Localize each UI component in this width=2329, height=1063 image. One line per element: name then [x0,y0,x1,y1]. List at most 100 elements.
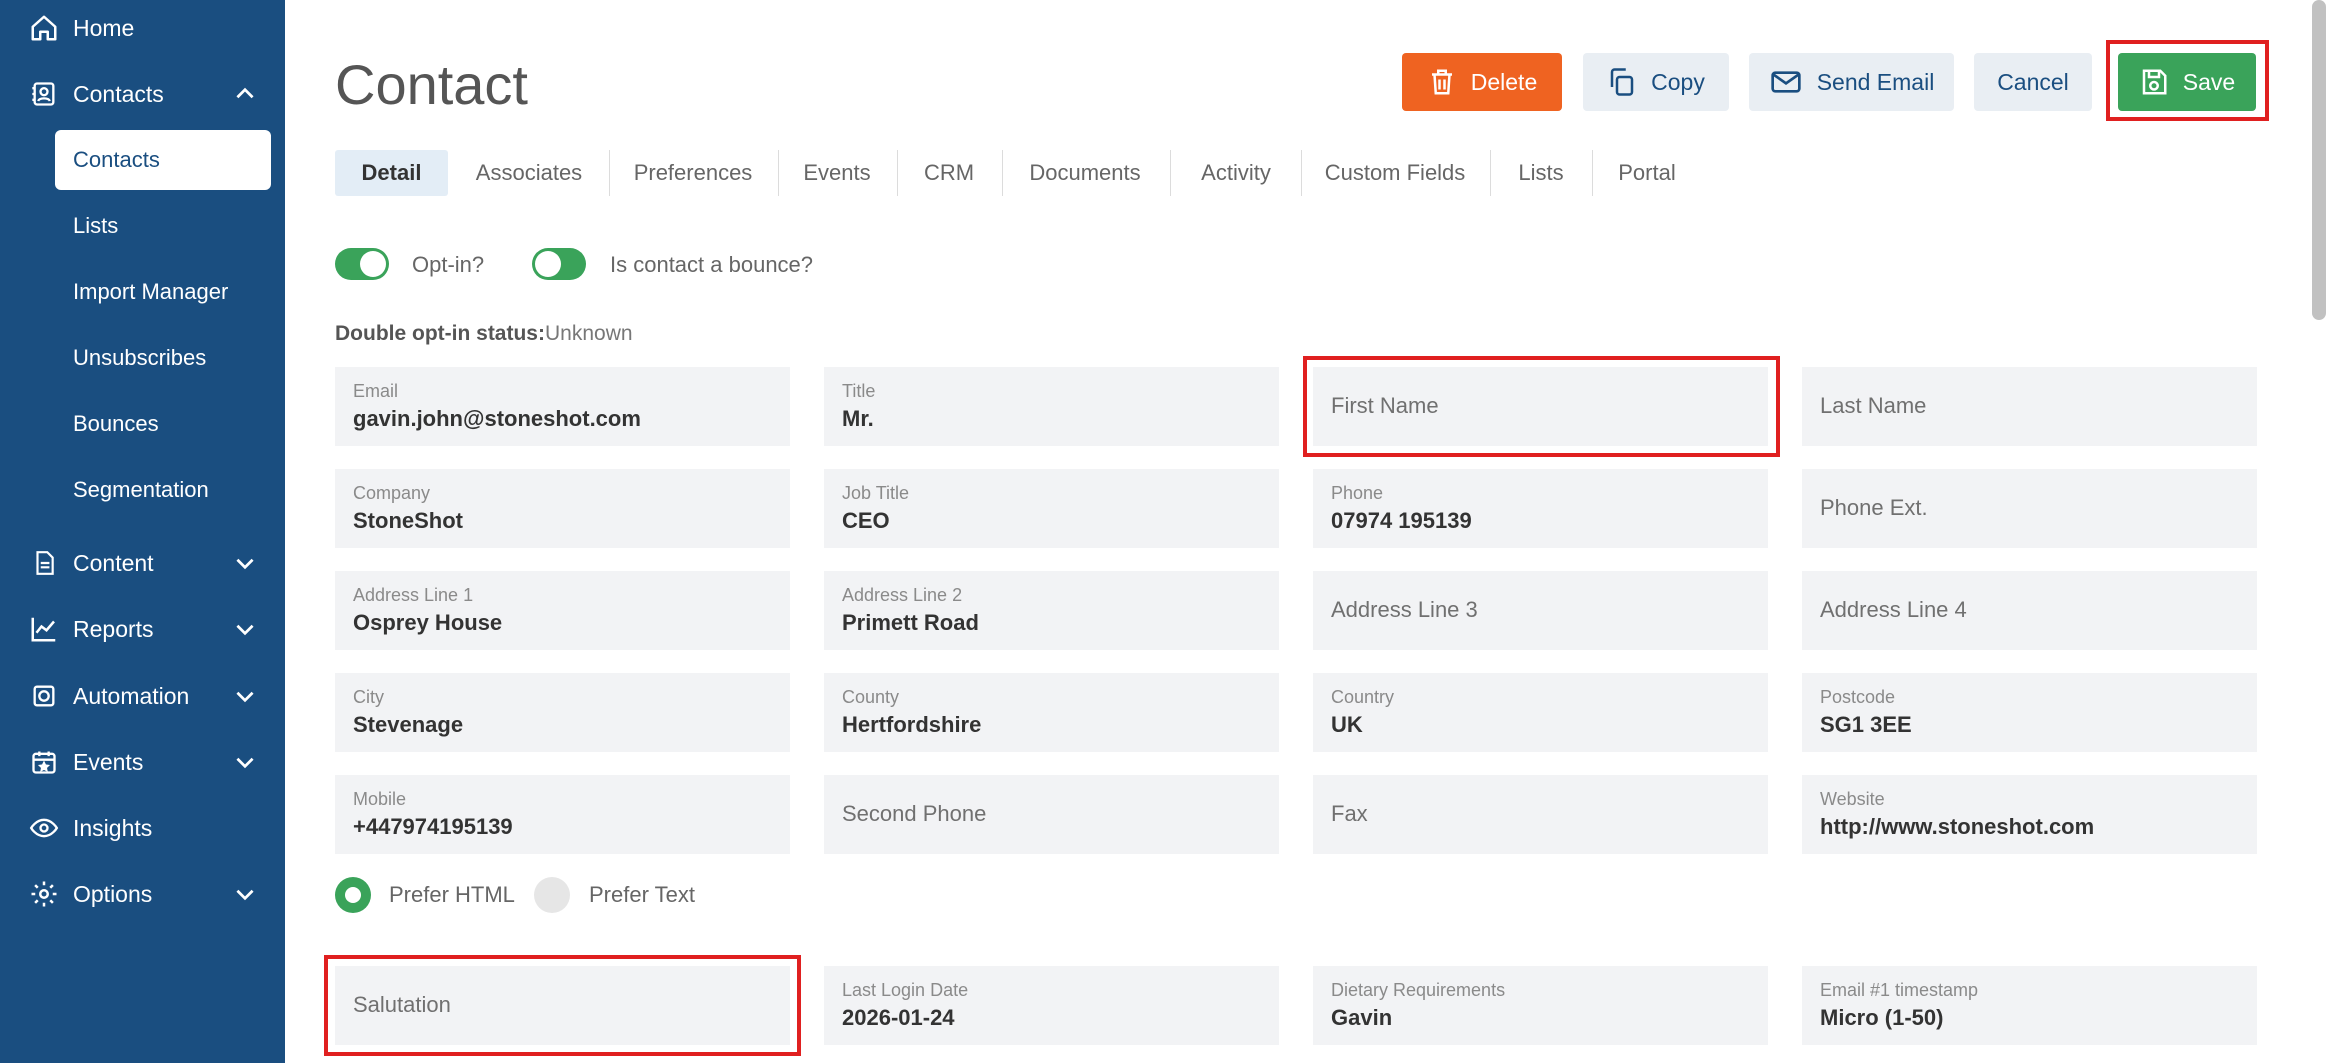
prefer-html-radio[interactable] [335,877,371,913]
tab-separator [778,150,779,196]
contact-card-icon [28,78,60,110]
vertical-scrollbar[interactable] [2312,0,2326,330]
phone-field[interactable]: Phone 07974 195139 [1313,469,1768,548]
chevron-down-icon [236,558,254,570]
floppy-disk-icon [2142,69,2167,95]
opt-in-label: Opt-in? [412,252,485,277]
address-line-2-field[interactable]: Address Line 2 Primett Road [824,571,1279,650]
tab-custom-fields[interactable]: Custom Fields [1310,150,1480,196]
delete-button[interactable]: Delete [1402,53,1562,111]
phone-field-value: 07974 195139 [1331,508,1472,533]
sidebar-item-lists[interactable]: Lists [55,196,271,256]
last-login-date-label: Last Login Date [842,980,969,1000]
company-field-value: StoneShot [353,508,463,533]
fax-placeholder: Fax [1331,801,1368,826]
second-phone-placeholder: Second Phone [842,801,987,826]
address-line-4-field[interactable]: Address Line 4 [1802,571,2257,650]
sidebar-item-unsubscribes[interactable]: Unsubscribes [55,328,271,388]
tab-separator [1490,150,1491,196]
tab-events[interactable]: Events [786,150,888,196]
address-line-1-field[interactable]: Address Line 1 Osprey House [335,571,790,650]
cancel-button[interactable]: Cancel [1974,53,2092,111]
address-line-2-value: Primett Road [842,610,979,635]
nav-events[interactable]: Events [0,734,285,790]
fax-field[interactable]: Fax [1313,775,1768,854]
copy-icon [1610,68,1634,96]
address-line-2-label: Address Line 2 [842,585,963,605]
save-button[interactable]: Save [2118,53,2256,111]
salutation-highlight [324,955,801,1056]
tab-preferences[interactable]: Preferences [618,150,768,196]
sidebar-item-import-manager[interactable]: Import Manager [55,262,271,322]
opt-in-toggle[interactable] [335,248,389,280]
nav-home-label: Home [73,14,135,41]
nav-reports-label: Reports [73,615,154,642]
automation-icon [28,680,60,712]
email-field[interactable]: Email gavin.john@stoneshot.com [335,367,790,446]
tab-activity[interactable]: Activity [1177,150,1295,196]
nav-contacts[interactable]: Contacts [0,66,285,122]
sidebar-item-segmentation[interactable]: Segmentation [55,460,271,520]
scrollbar-thumb[interactable] [2312,0,2326,320]
nav-automation[interactable]: Automation [0,668,285,724]
nav-content[interactable]: Content [0,535,285,591]
prefer-html-label: Prefer HTML [389,882,515,907]
last-name-placeholder: Last Name [1820,393,1927,418]
title-field-label: Title [842,381,876,401]
delete-label: Delete [1470,68,1538,95]
tab-detail[interactable]: Detail [335,150,448,196]
home-icon [28,12,60,44]
city-field[interactable]: City Stevenage [335,673,790,752]
bounce-toggle[interactable] [532,248,586,280]
tab-separator [1301,150,1302,196]
title-field[interactable]: Title Mr. [824,367,1279,446]
phone-ext-field[interactable]: Phone Ext. [1802,469,2257,548]
job-title-field[interactable]: Job Title CEO [824,469,1279,548]
prefer-text-radio[interactable] [534,877,570,913]
tab-portal[interactable]: Portal [1600,150,1694,196]
postcode-field[interactable]: Postcode SG1 3EE [1802,673,2257,752]
tab-associates[interactable]: Associates [460,150,598,196]
copy-button[interactable]: Copy [1583,53,1729,111]
job-title-field-label: Job Title [842,483,910,503]
address-line-1-value: Osprey House [353,610,503,635]
company-field[interactable]: Company StoneShot [335,469,790,548]
chart-line-icon [28,613,60,645]
double-optin-status: Double opt-in status:Unknown [335,322,633,346]
last-name-field[interactable]: Last Name [1802,367,2257,446]
company-field-label: Company [353,483,431,503]
envelope-icon [1771,71,1801,93]
tab-documents[interactable]: Documents [1010,150,1160,196]
last-login-date-value: 2026-01-24 [842,1005,955,1030]
city-field-value: Stevenage [353,712,464,737]
send-email-button[interactable]: Send Email [1749,53,1954,111]
trash-icon [1431,69,1452,95]
address-line-3-field[interactable]: Address Line 3 [1313,571,1768,650]
mobile-field[interactable]: Mobile +447974195139 [335,775,790,854]
tab-crm[interactable]: CRM [904,150,994,196]
email-timestamp-field[interactable]: Email #1 timestamp Micro (1-50) [1802,966,2257,1045]
dietary-requirements-value: Gavin [1331,1005,1393,1030]
country-field[interactable]: Country UK [1313,673,1768,752]
calendar-star-icon [28,746,60,778]
dietary-requirements-field[interactable]: Dietary Requirements Gavin [1313,966,1768,1045]
city-field-label: City [353,687,384,707]
website-field-label: Website [1820,789,1885,809]
nav-content-label: Content [73,549,154,576]
second-phone-field[interactable]: Second Phone [824,775,1279,854]
nav-insights[interactable]: Insights [0,800,285,856]
sidebar-item-contacts[interactable]: Contacts [55,130,271,190]
eye-icon [28,812,60,844]
nav-options[interactable]: Options [0,866,285,922]
postcode-field-value: SG1 3EE [1820,712,1912,737]
sidebar-item-bounces[interactable]: Bounces [55,394,271,454]
send-email-label: Send Email [1816,68,1935,95]
website-field[interactable]: Website http://www.stoneshot.com [1802,775,2257,854]
chevron-down-icon [236,624,254,636]
county-field[interactable]: County Hertfordshire [824,673,1279,752]
nav-home[interactable]: Home [0,0,285,56]
prefer-text-label: Prefer Text [589,882,695,907]
last-login-date-field[interactable]: Last Login Date 2026-01-24 [824,966,1279,1045]
nav-reports[interactable]: Reports [0,601,285,657]
tab-lists[interactable]: Lists [1498,150,1584,196]
